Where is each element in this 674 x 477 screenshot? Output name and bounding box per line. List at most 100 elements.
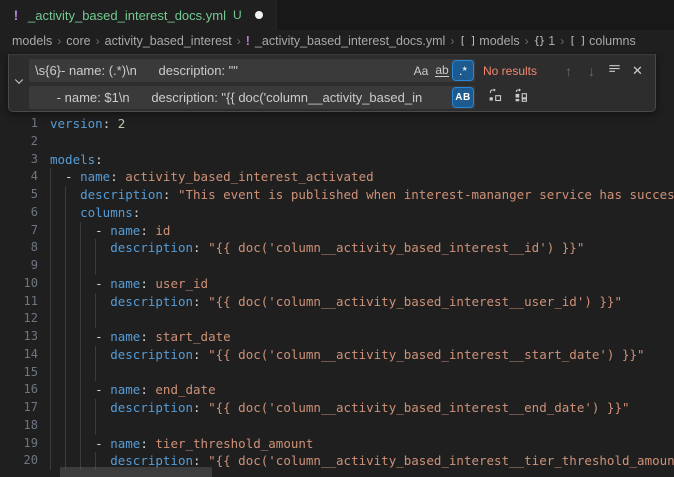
next-match-button[interactable]: ↓ — [580, 60, 603, 82]
indent-guide — [80, 364, 81, 382]
indent-guide — [65, 328, 66, 346]
breadcrumb-item-models[interactable]: models — [12, 34, 52, 48]
indent-guide — [80, 239, 81, 257]
find-results-count: No results — [483, 64, 549, 78]
code-token: 2 — [118, 116, 126, 131]
arrow-up-icon: ↑ — [565, 63, 572, 79]
indent-guide — [80, 275, 81, 293]
code-line[interactable]: 10 - name: user_id — [0, 275, 674, 293]
line-content — [50, 417, 674, 435]
indent-guide — [80, 381, 81, 399]
code-token: "{{ doc('column__activity_based_interest… — [208, 453, 674, 468]
code-token: "{{ doc('column__activity_based_interest… — [208, 294, 622, 309]
code-line[interactable]: 9 — [0, 257, 674, 275]
indent-guide — [50, 186, 51, 204]
code-token: : — [193, 347, 208, 362]
yaml-file-icon: ! — [10, 7, 22, 23]
indent-guide — [65, 399, 66, 417]
replace-input[interactable]: - name: $1\n description: "{{ doc('colum… — [29, 86, 475, 109]
code-line[interactable]: 5 description: "This event is published … — [0, 186, 674, 204]
indent-guide — [65, 275, 66, 293]
horizontal-scrollbar-thumb[interactable] — [60, 467, 212, 477]
code-line[interactable]: 12 — [0, 310, 674, 328]
breadcrumb-item-_activity_based_interest_docs.yml[interactable]: !_activity_based_interest_docs.yml — [246, 34, 446, 48]
code-token: : — [140, 382, 155, 397]
breadcrumb-item-activity_based_interest[interactable]: activity_based_interest — [105, 34, 232, 48]
indent-guide — [50, 399, 51, 417]
line-number: 14 — [0, 346, 38, 364]
code-token: columns — [80, 205, 133, 220]
whole-word-button[interactable]: ab — [432, 61, 452, 80]
code-line[interactable]: 11 description: "{{ doc('column__activit… — [0, 293, 674, 311]
line-number: 6 — [0, 204, 38, 222]
previous-match-button[interactable]: ↑ — [557, 60, 580, 82]
find-in-selection-button[interactable] — [603, 60, 626, 82]
replace-icon — [487, 87, 503, 108]
breadcrumb-item-columns[interactable]: [ ]columns — [569, 34, 636, 48]
code-area[interactable]: 1version: 223models:4 - name: activity_b… — [0, 115, 674, 470]
breadcrumb-label: columns — [589, 34, 636, 48]
indent-guide — [65, 257, 66, 275]
code-token: description — [110, 400, 193, 415]
indent-guide — [50, 239, 51, 257]
line-content: description: "{{ doc('column__activity_b… — [50, 346, 674, 364]
find-input[interactable]: \s{6}- name: (.*)\n description: "" Aa a… — [29, 59, 475, 82]
editor[interactable]: \s{6}- name: (.*)\n description: "" Aa a… — [0, 52, 674, 477]
breadcrumb-item-core[interactable]: core — [66, 34, 90, 48]
chevron-down-icon — [13, 74, 25, 92]
indent-guide — [65, 310, 66, 328]
code-token: name — [110, 223, 140, 238]
breadcrumb-item-1[interactable]: {}1 — [534, 34, 556, 48]
indent-guide — [95, 257, 96, 275]
replace-all-icon — [513, 87, 529, 108]
line-content: description: "{{ doc('column__activity_b… — [50, 399, 674, 417]
code-line[interactable]: 19 - name: tier_threshold_amount — [0, 435, 674, 453]
code-token: : — [133, 205, 141, 220]
regex-button[interactable]: .* — [453, 61, 473, 80]
code-line[interactable]: 15 — [0, 364, 674, 382]
line-number: 18 — [0, 417, 38, 435]
replace-input-value: - name: $1\n description: "{{ doc('colum… — [35, 90, 452, 105]
line-content: - name: activity_based_interest_activate… — [50, 168, 674, 186]
breadcrumb-label: core — [66, 34, 90, 48]
code-token: activity_based_interest_activated — [125, 169, 373, 184]
find-replace-widget: \s{6}- name: (.*)\n description: "" Aa a… — [8, 54, 656, 112]
code-line[interactable]: 17 description: "{{ doc('column__activit… — [0, 399, 674, 417]
code-line[interactable]: 18 — [0, 417, 674, 435]
replace-buttons — [483, 87, 532, 109]
code-line[interactable]: 3models: — [0, 151, 674, 169]
code-line[interactable]: 13 - name: start_date — [0, 328, 674, 346]
close-find-widget-button[interactable]: ✕ — [626, 60, 649, 82]
indent-guide — [50, 168, 51, 186]
code-line[interactable]: 2 — [0, 133, 674, 151]
code-line[interactable]: 4 - name: activity_based_interest_activa… — [0, 168, 674, 186]
breadcrumb-item-models[interactable]: [ ]models — [459, 34, 519, 48]
code-line[interactable]: 14 description: "{{ doc('column__activit… — [0, 346, 674, 364]
code-line[interactable]: 8 description: "{{ doc('column__activity… — [0, 239, 674, 257]
breadcrumb-label: 1 — [548, 34, 555, 48]
tab-filename: _activity_based_interest_docs.yml — [28, 8, 226, 23]
tab-active[interactable]: ! _activity_based_interest_docs.yml U — [0, 0, 277, 30]
code-line[interactable]: 16 - name: end_date — [0, 381, 674, 399]
breadcrumb-label: _activity_based_interest_docs.yml — [255, 34, 445, 48]
indent-guide — [65, 222, 66, 240]
replace-all-button[interactable] — [509, 87, 532, 109]
code-line[interactable]: 1version: 2 — [0, 115, 674, 133]
code-line[interactable]: 7 - name: id — [0, 222, 674, 240]
preserve-case-button[interactable]: AB — [453, 88, 473, 107]
code-token: : — [110, 169, 125, 184]
toggle-replace-button[interactable] — [9, 55, 29, 111]
indent-guide — [65, 346, 66, 364]
replace-button[interactable] — [483, 87, 506, 109]
code-token: name — [80, 169, 110, 184]
code-token: name — [110, 382, 140, 397]
line-content: description: "{{ doc('column__activity_b… — [50, 293, 674, 311]
close-icon: ✕ — [632, 63, 643, 79]
breadcrumb-label: models — [479, 34, 519, 48]
match-case-button[interactable]: Aa — [411, 61, 431, 80]
indent-guide — [50, 328, 51, 346]
code-line[interactable]: 6 columns: — [0, 204, 674, 222]
line-content: models: — [50, 151, 674, 169]
modified-dot-icon[interactable] — [255, 11, 263, 19]
line-number: 20 — [0, 452, 38, 470]
